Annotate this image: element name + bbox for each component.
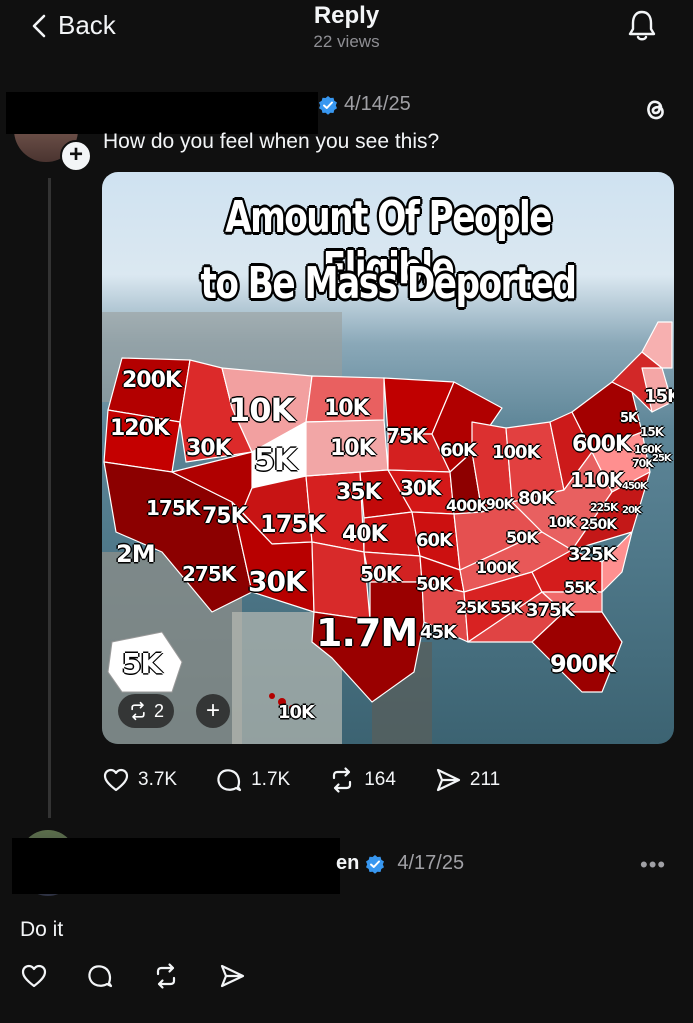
reply-date: 4/17/25 [397,852,465,874]
map-value-label: 25K [652,453,672,464]
map-value-label: 400K [446,496,489,515]
map-value-label: 30K [400,476,441,500]
map-value-label: 50K [360,562,401,586]
heart-icon [103,768,129,792]
view-count: 22 views [313,32,380,51]
map-value-label: 10K [324,396,370,421]
bell-icon[interactable] [624,8,660,44]
map-value-label: 250K [580,517,617,533]
image-title-line-2: to Be Mass Deported [200,258,577,309]
map-value-label: 15K [640,425,664,439]
repost-icon [131,701,145,721]
map-value-label: 55K [490,598,523,617]
map-value-label: 10K [228,391,295,429]
map-value-label: 375K [526,600,575,621]
map-value-label: 5K [254,443,297,478]
post-text: How do you feel when you see this? [103,130,440,153]
post-date: 4/14/25 [344,93,411,115]
map-value-label: 50K [416,574,453,595]
thread-connector-line [48,178,51,818]
map-value-label: 100K [476,558,519,577]
map-value-label: 110K [570,468,624,492]
repost-button[interactable]: 164 [328,766,396,794]
map-value-label: 75K [202,504,248,529]
share-count: 211 [469,769,501,790]
map-value-label: 35K [336,480,382,505]
map-value-label: 60K [416,530,453,551]
map-value-label: 30K [186,436,232,461]
map-value-label: 175K [260,510,326,538]
repost-count: 164 [364,769,396,790]
map-value-label: 5K [620,411,638,426]
post-image[interactable]: Amount Of People Eligible to Be Mass Dep… [102,172,674,744]
map-value-label: 325K [568,544,617,565]
post-meta: 4/14/25 [318,93,411,116]
map-value-label: 175K [146,496,200,520]
more-options-icon[interactable]: ••• [640,852,666,878]
verified-badge-icon [319,95,337,115]
map-value-label: 120K [110,416,170,441]
comment-icon[interactable] [86,962,114,990]
reply-button[interactable]: 1.7K [215,766,290,794]
follow-plus-button[interactable]: + [60,140,92,172]
map-value-label: 225K [590,501,618,514]
threads-logo-icon[interactable] [640,94,670,124]
send-icon [436,768,460,792]
map-value-label: 20K [622,505,642,516]
heart-icon[interactable] [20,962,48,990]
map-value-label: 10K [278,702,315,723]
map-value-label: 60K [440,440,477,461]
map-value-label: 30K [248,565,307,598]
redacted-author-name [6,92,318,134]
send-icon[interactable] [218,962,246,990]
comment-icon [217,769,242,792]
map-value-label: 100K [492,442,541,463]
repost-icon[interactable] [152,962,180,990]
map-value-label: 50K [506,528,539,547]
map-value-label: 450K [622,481,648,492]
reply-text: Do it [20,918,64,941]
map-value-label: 45K [420,622,457,643]
map-value-label: 70K [632,457,654,470]
page-title: Reply [313,2,380,29]
like-count: 3.7K [138,769,178,790]
share-button[interactable]: 211 [434,766,500,794]
map-value-label: 900K [550,650,616,678]
map-value-label: 15K [644,386,674,407]
reply-author-name-fragment[interactable]: en [336,852,359,875]
map-value-label: 90K [486,497,514,513]
reply-meta: en 4/17/25 [336,852,464,875]
image-repost-pill[interactable]: 2 [118,694,175,728]
map-value-label: 10K [330,436,376,461]
map-value-label: 10K [548,515,576,531]
image-repost-count: 2 [154,700,165,721]
map-value-label: 25K [456,598,489,617]
verified-badge-icon [366,854,385,874]
image-add-button[interactable]: + [196,694,230,728]
map-value-label: 55K [564,578,597,597]
map-value-label: 600K [572,432,632,457]
map-value-label: 80K [518,488,555,509]
map-value-label: 40K [342,522,388,547]
map-value-label: 5K [122,647,162,680]
map-value-label: 1.7M [316,611,418,655]
repost-icon [333,767,352,793]
map-value-label: 275K [182,562,236,586]
map-value-label: 2M [116,540,156,568]
like-button[interactable]: 3.7K [102,766,177,794]
post-actions: 3.7K 1.7K 164 211 [102,766,500,794]
map-value-label: 75K [386,424,427,448]
reply-count: 1.7K [251,769,291,790]
reply-actions [20,962,246,990]
map-value-label: 200K [122,368,182,393]
redacted-reply-author-name [12,838,340,894]
